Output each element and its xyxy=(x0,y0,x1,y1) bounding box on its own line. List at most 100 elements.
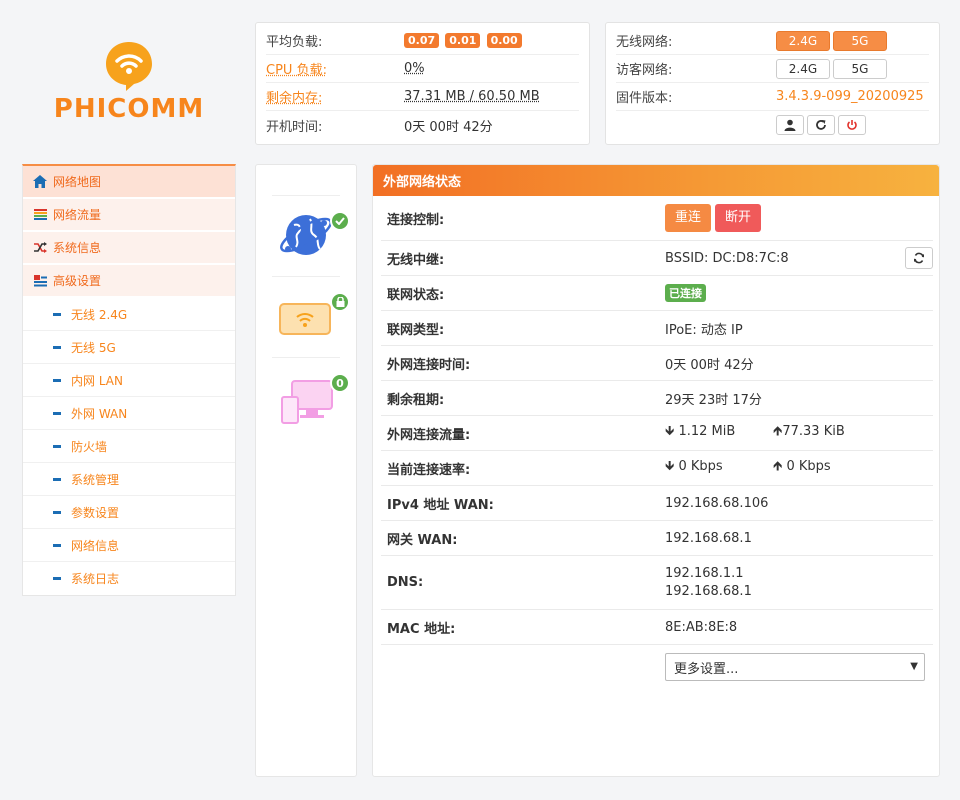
wireless-5g-button[interactable]: 5G xyxy=(833,30,887,51)
dash-icon xyxy=(53,378,61,382)
dns-primary: 192.168.1.1 xyxy=(665,565,744,581)
wan-time-row: 外网连接时间: 0天 00时 42分 xyxy=(381,346,933,381)
user-button[interactable] xyxy=(776,115,804,135)
cpu-value: 0% xyxy=(404,61,425,76)
subitem-label: 防火墙 xyxy=(71,439,108,454)
traffic-down: 🡻 1.12 MiB xyxy=(665,422,773,444)
more-settings-select[interactable]: 更多设置... ▼ xyxy=(665,653,925,681)
wifi-locked-badge xyxy=(330,292,350,312)
speed-up: 🡹 0 Kbps xyxy=(773,457,831,479)
dash-icon xyxy=(53,312,61,316)
net-type-row: 联网类型: IPoE: 动态 IP xyxy=(381,311,933,346)
home-icon xyxy=(33,175,47,189)
sidebar-subitem-wan[interactable]: 外网 WAN xyxy=(23,397,235,430)
clients-status[interactable]: 0 xyxy=(276,359,356,439)
guest-5g-button[interactable]: 5G xyxy=(833,58,887,79)
traffic-icon xyxy=(33,208,47,222)
connected-check-badge xyxy=(330,211,350,231)
load-values: 0.07 0.01 0.00 xyxy=(404,33,524,48)
dns-secondary: 192.168.68.1 xyxy=(665,583,752,599)
sidebar-subitem-parameters[interactable]: 参数设置 xyxy=(23,496,235,529)
speed-down: 🡻 0 Kbps xyxy=(665,457,773,479)
mac-row: MAC 地址: 8E:AB:8E:8 xyxy=(381,610,933,645)
globe-icon xyxy=(280,215,332,255)
load-badge-1: 0.07 xyxy=(404,33,440,48)
gateway-label: 网关 WAN: xyxy=(387,532,458,548)
sidebar-subitem-wireless-24g[interactable]: 无线 2.4G xyxy=(23,298,235,331)
sidebar-item-advanced[interactable]: 高级设置 xyxy=(23,265,235,298)
disconnect-button[interactable]: 断开 xyxy=(715,204,762,232)
wifi-bubble-icon xyxy=(106,42,152,91)
system-info-panel: 平均负载: 0.07 0.01 0.00 CPU 负载: 0% 剩余内存: 37… xyxy=(255,22,590,145)
select-value: 更多设置... xyxy=(674,661,739,677)
gateway-row: 网关 WAN: 192.168.68.1 xyxy=(381,521,933,556)
power-button[interactable] xyxy=(838,115,866,135)
net-status-label: 联网状态: xyxy=(387,287,445,303)
subitem-label: 系统日志 xyxy=(71,572,120,586)
gateway-value: 192.168.68.1 xyxy=(665,530,752,546)
subitem-label: 无线 2.4G xyxy=(71,307,128,322)
sidebar-item-label: 系统信息 xyxy=(53,241,102,255)
wan-time-value: 0天 00时 42分 xyxy=(665,357,754,373)
check-icon xyxy=(335,217,345,225)
relay-value-wrap: BSSID: DC:D8:7C:8 xyxy=(665,247,933,269)
dns-label: DNS: xyxy=(387,575,424,590)
load-label: 平均负载: xyxy=(266,35,323,50)
panel-title: 外部网络状态 xyxy=(373,165,939,196)
relay-refresh-button[interactable] xyxy=(905,247,933,269)
conn-actions: 重连 断开 xyxy=(665,204,933,232)
memory-label-link[interactable]: 剩余内存: xyxy=(266,87,404,106)
memory-row: 剩余内存: 37.31 MB / 60.50 MB xyxy=(266,83,579,111)
dns-row: DNS: 192.168.1.1 192.168.68.1 xyxy=(381,556,933,610)
sidebar-item-system-info[interactable]: 系统信息 xyxy=(23,232,235,265)
sidebar-item-network-map[interactable]: 网络地图 xyxy=(23,166,235,199)
reconnect-button[interactable]: 重连 xyxy=(665,204,712,232)
sidebar-item-label: 网络流量 xyxy=(53,208,102,222)
arrow-down-icon: 🡻 xyxy=(665,459,675,474)
user-icon xyxy=(784,119,796,131)
sidebar-subitem-lan[interactable]: 内网 LAN xyxy=(23,364,235,397)
traffic-up: 🡹77.33 KiB xyxy=(773,422,845,444)
firmware-label: 固件版本: xyxy=(616,91,673,106)
traffic-up-value: 77.33 KiB xyxy=(782,424,845,439)
action-row xyxy=(616,111,929,139)
sidebar-item-label: 高级设置 xyxy=(53,274,102,288)
refresh-icon xyxy=(816,120,826,130)
dash-icon xyxy=(53,477,61,481)
wan-time-label: 外网连接时间: xyxy=(387,357,471,373)
wireless-24g-button[interactable]: 2.4G xyxy=(776,30,830,51)
sidebar-subitem-system-log[interactable]: 系统日志 xyxy=(23,562,235,595)
uptime-value: 0天 00时 42分 xyxy=(404,119,493,135)
subitem-label: 系统管理 xyxy=(71,472,120,487)
reboot-button[interactable] xyxy=(807,115,835,135)
subitem-label: 外网 WAN xyxy=(71,406,128,421)
logo: PHICOMM xyxy=(22,40,236,124)
ipv4-value: 192.168.68.106 xyxy=(665,495,769,511)
relay-label: 无线中继: xyxy=(387,252,445,268)
divider xyxy=(272,195,340,196)
wifi-panel: 无线网络: 2.4G 5G 访客网络: 2.4G 5G 固件版本: 3.4.3.… xyxy=(605,22,940,145)
uptime-row: 开机时间: 0天 00时 42分 xyxy=(266,111,579,139)
speed-row: 当前连接速率: 🡻 0 Kbps 🡹 0 Kbps xyxy=(381,451,933,486)
wan-status-panel: 外部网络状态 连接控制: 重连 断开 无线中继: BSSID: DC:D8:7C… xyxy=(372,164,940,777)
subitem-label: 参数设置 xyxy=(71,505,120,520)
sidebar-subitem-network-info[interactable]: 网络信息 xyxy=(23,529,235,562)
connection-control-row: 连接控制: 重连 断开 xyxy=(381,196,933,241)
wireless-status[interactable] xyxy=(276,278,356,358)
sidebar-subitem-system-admin[interactable]: 系统管理 xyxy=(23,463,235,496)
sidebar-subitem-firewall[interactable]: 防火墙 xyxy=(23,430,235,463)
sidebar-subitem-wireless-5g[interactable]: 无线 5G xyxy=(23,331,235,364)
guest-24g-button[interactable]: 2.4G xyxy=(776,58,830,79)
dash-icon xyxy=(53,345,61,349)
cpu-label-link[interactable]: CPU 负载: xyxy=(266,59,404,78)
power-icon xyxy=(847,120,857,130)
refresh-icon xyxy=(914,252,924,264)
sidebar-item-traffic[interactable]: 网络流量 xyxy=(23,199,235,232)
internet-status[interactable] xyxy=(276,197,356,277)
dash-icon xyxy=(53,577,61,580)
lock-icon xyxy=(336,297,344,307)
load-badge-15: 0.00 xyxy=(486,33,522,48)
dash-icon xyxy=(53,411,61,415)
sidebar-item-label: 网络地图 xyxy=(53,175,102,189)
sidebar: 网络地图 网络流量 系统信息 高级设置 无线 2.4G 无线 5G 内网 LAN… xyxy=(22,164,236,596)
